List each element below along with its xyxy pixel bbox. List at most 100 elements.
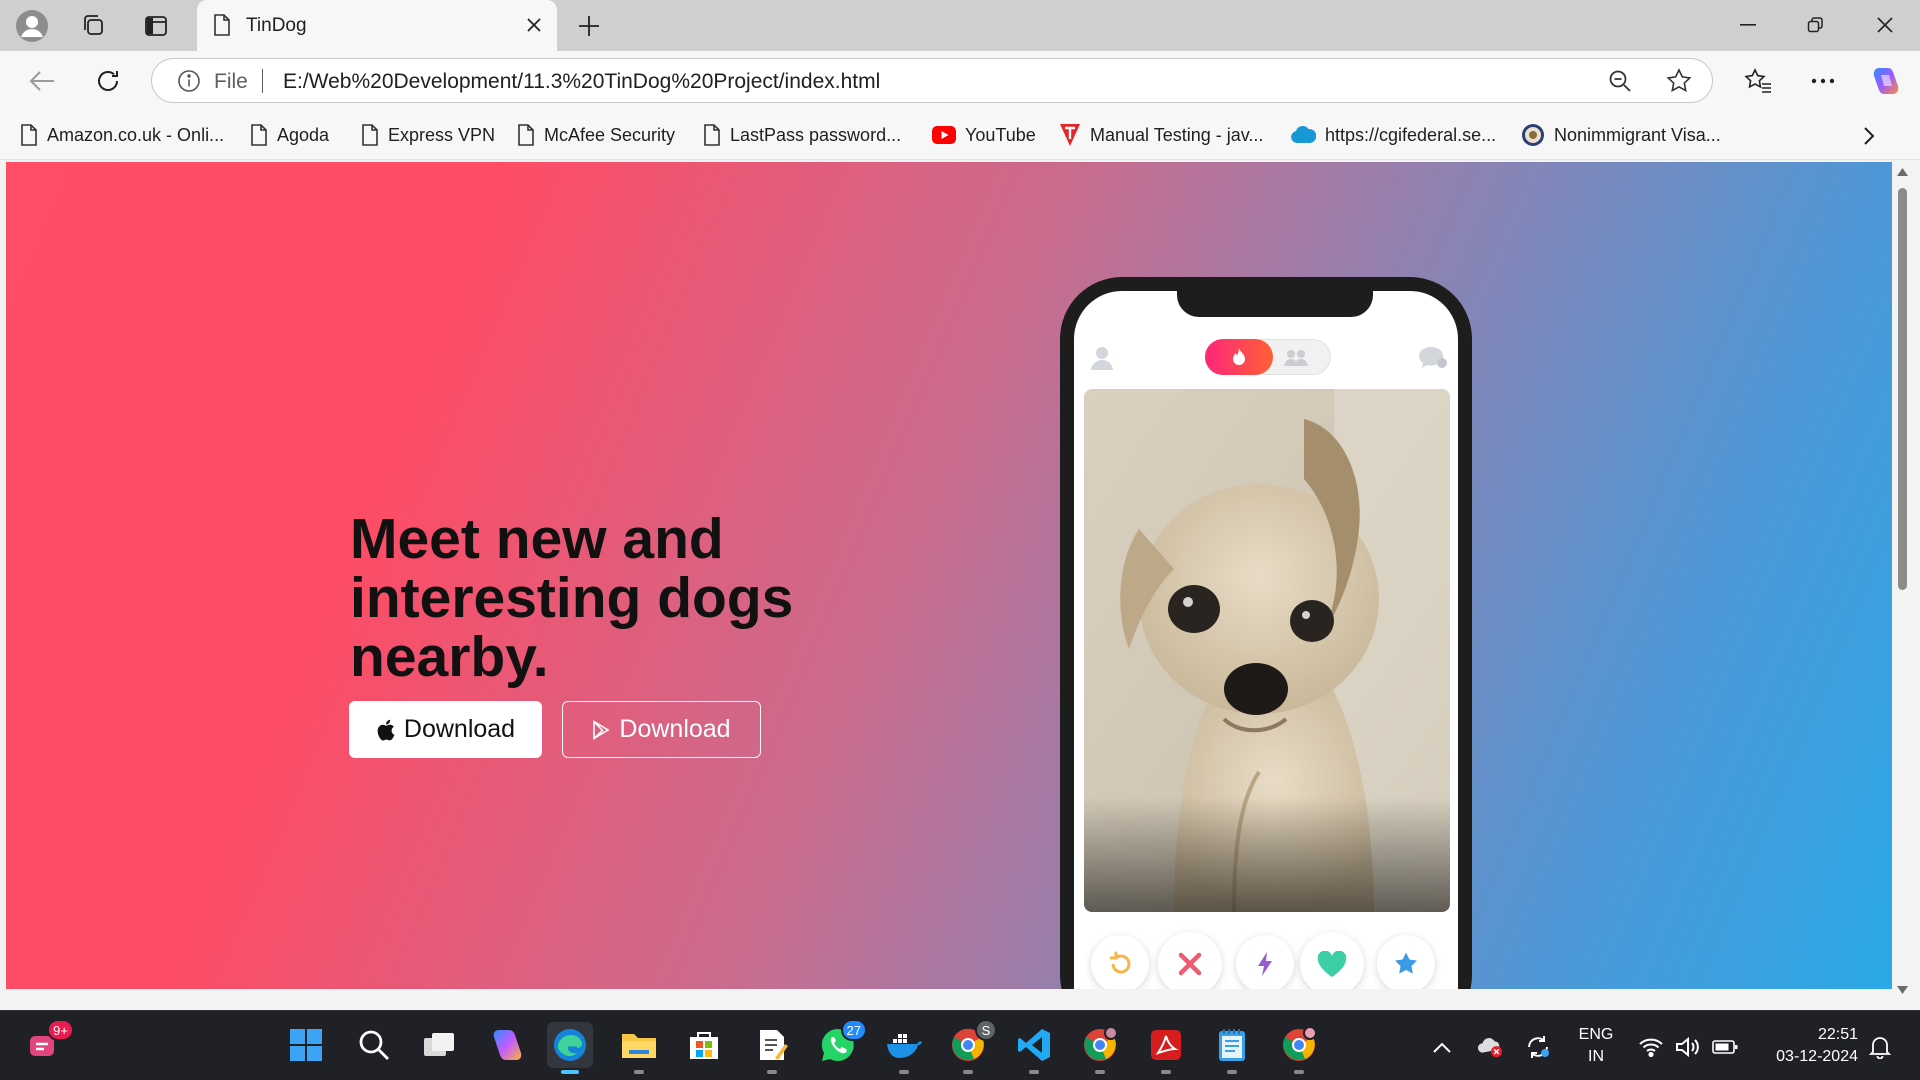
tab-strip: TinDog <box>0 0 1920 51</box>
bookmark-mcafee[interactable]: McAfee Security <box>517 122 675 148</box>
page-icon <box>21 124 37 146</box>
restore-button[interactable] <box>1790 8 1840 42</box>
page-icon <box>518 124 534 146</box>
download-apple-button[interactable]: Download <box>349 701 542 758</box>
language-line-1: ENG <box>1578 1026 1614 1043</box>
rewind-icon <box>1091 935 1149 989</box>
running-app-indicator <box>634 1070 644 1074</box>
address-bar[interactable]: File E:/Web%20Development/11.3%20TinDog%… <box>151 58 1713 103</box>
group-icon <box>1284 350 1308 366</box>
whatsapp-icon[interactable]: 27 <box>815 1019 867 1068</box>
running-app-indicator <box>963 1070 973 1074</box>
favorite-star-icon[interactable] <box>1663 65 1695 97</box>
back-button[interactable] <box>24 63 60 99</box>
bookmark-amazon[interactable]: Amazon.co.uk - Onli... <box>20 122 224 148</box>
chrome-profile-3-icon[interactable] <box>1276 1022 1322 1074</box>
tab-title: TinDog <box>246 15 307 36</box>
new-tab-button[interactable] <box>573 10 605 42</box>
battery-icon[interactable] <box>1712 1034 1738 1060</box>
tab-actions-icon[interactable] <box>138 8 174 44</box>
vscode-icon[interactable] <box>1011 1022 1057 1074</box>
bookmark-manual-testing[interactable]: Manual Testing - jav... <box>1059 122 1263 148</box>
bookmark-label: Manual Testing - jav... <box>1090 124 1264 145</box>
bookmark-youtube[interactable]: YouTube <box>932 122 1036 148</box>
clock[interactable]: 22:51 03-12-2024 <box>1752 1024 1858 1068</box>
onedrive-error-icon[interactable] <box>1477 1034 1503 1060</box>
copilot-icon[interactable] <box>1867 63 1903 99</box>
whatsapp-badge: 27 <box>840 1019 867 1041</box>
minimize-button[interactable] <box>1723 8 1773 42</box>
refresh-button[interactable] <box>90 63 126 99</box>
notepad-pen-icon[interactable] <box>749 1022 795 1074</box>
youtube-icon <box>932 126 956 144</box>
wifi-icon[interactable] <box>1638 1034 1664 1060</box>
tab-tindog[interactable]: TinDog <box>197 0 557 51</box>
bookmark-cgifederal[interactable]: https://cgifederal.se... <box>1290 122 1496 148</box>
bookmarks-bar: Amazon.co.uk - Onli... Agoda Express VPN… <box>0 110 1920 160</box>
edge-browser-icon[interactable] <box>547 1022 593 1074</box>
sync-icon[interactable] <box>1525 1034 1551 1060</box>
google-play-icon <box>593 719 610 740</box>
close-window-button[interactable] <box>1860 8 1910 42</box>
bookmark-label: Nonimmigrant Visa... <box>1554 124 1721 145</box>
info-icon[interactable] <box>177 69 201 93</box>
copilot-taskbar-icon[interactable] <box>483 1022 529 1068</box>
hero-title: Meet new and interesting dogs nearby. <box>350 507 794 689</box>
notification-bell-icon[interactable] <box>1867 1034 1893 1060</box>
bookmark-visa[interactable]: Nonimmigrant Visa... <box>1521 122 1721 148</box>
running-app-indicator <box>1029 1070 1039 1074</box>
bookmark-lastpass[interactable]: LastPass password... <box>703 122 901 148</box>
dog-photo <box>1084 389 1450 912</box>
testing-logo-icon <box>1060 124 1080 146</box>
file-explorer-icon[interactable] <box>616 1022 662 1074</box>
notepad-icon[interactable] <box>1209 1022 1255 1074</box>
clock-date: 03-12-2024 <box>1776 1048 1858 1065</box>
running-app-indicator <box>1227 1070 1237 1074</box>
more-menu-icon[interactable] <box>1805 63 1841 99</box>
boost-bolt-icon <box>1236 935 1294 989</box>
bookmark-express-vpn[interactable]: Express VPN <box>361 122 495 148</box>
microsoft-store-icon[interactable] <box>681 1022 727 1068</box>
volume-icon[interactable] <box>1675 1034 1701 1060</box>
bookmark-agoda[interactable]: Agoda <box>250 122 329 148</box>
bookmark-label: Agoda <box>277 124 330 145</box>
search-icon[interactable] <box>351 1022 397 1068</box>
more-bookmarks-chevron-icon[interactable] <box>1855 122 1883 150</box>
favorites-icon[interactable] <box>1740 63 1776 99</box>
start-windows-icon[interactable] <box>283 1022 329 1068</box>
vertical-scrollbar[interactable] <box>1893 162 1912 1002</box>
language-line-2: IN <box>1588 1048 1604 1065</box>
docker-icon[interactable] <box>881 1022 927 1074</box>
close-tab-icon[interactable] <box>523 14 545 36</box>
download-play-label: Download <box>619 715 731 743</box>
page-icon <box>362 124 378 146</box>
scroll-down-arrow-icon[interactable] <box>1897 986 1908 994</box>
workspaces-icon[interactable] <box>76 8 112 44</box>
flame-icon <box>1205 339 1273 375</box>
bookmark-label: Express VPN <box>388 124 496 145</box>
bookmark-label: LastPass password... <box>730 124 902 145</box>
download-google-play-button[interactable]: Download <box>562 701 761 758</box>
scroll-up-arrow-icon[interactable] <box>1897 168 1908 176</box>
chat-icon <box>1419 347 1447 368</box>
bookmark-label: YouTube <box>965 124 1036 145</box>
profile-avatar-icon[interactable] <box>14 8 50 44</box>
chrome-profile-s-icon[interactable]: S <box>945 1019 997 1074</box>
bookmark-label: https://cgifederal.se... <box>1325 124 1497 145</box>
chrome-profile-2-icon[interactable] <box>1077 1022 1123 1074</box>
page-viewport: Meet new and interesting dogs nearby. Do… <box>6 162 1892 989</box>
running-app-indicator <box>767 1070 777 1074</box>
state-seal-icon <box>1522 124 1544 146</box>
scheme-label: File <box>214 70 248 93</box>
phone-screen <box>1074 291 1458 989</box>
notifications-app-icon[interactable]: 9+ <box>22 1019 74 1068</box>
language-indicator[interactable]: ENG IN <box>1575 1024 1617 1068</box>
url-text[interactable]: E:/Web%20Development/11.3%20TinDog%20Pro… <box>283 70 880 94</box>
show-hidden-icons-chevron-icon[interactable] <box>1429 1034 1455 1060</box>
running-app-indicator <box>1294 1070 1304 1074</box>
task-view-icon[interactable] <box>416 1022 462 1068</box>
profile-icon <box>1091 347 1113 370</box>
zoom-out-icon[interactable] <box>1604 65 1636 97</box>
adobe-acrobat-icon[interactable] <box>1143 1022 1189 1074</box>
scrollbar-thumb[interactable] <box>1898 188 1907 590</box>
